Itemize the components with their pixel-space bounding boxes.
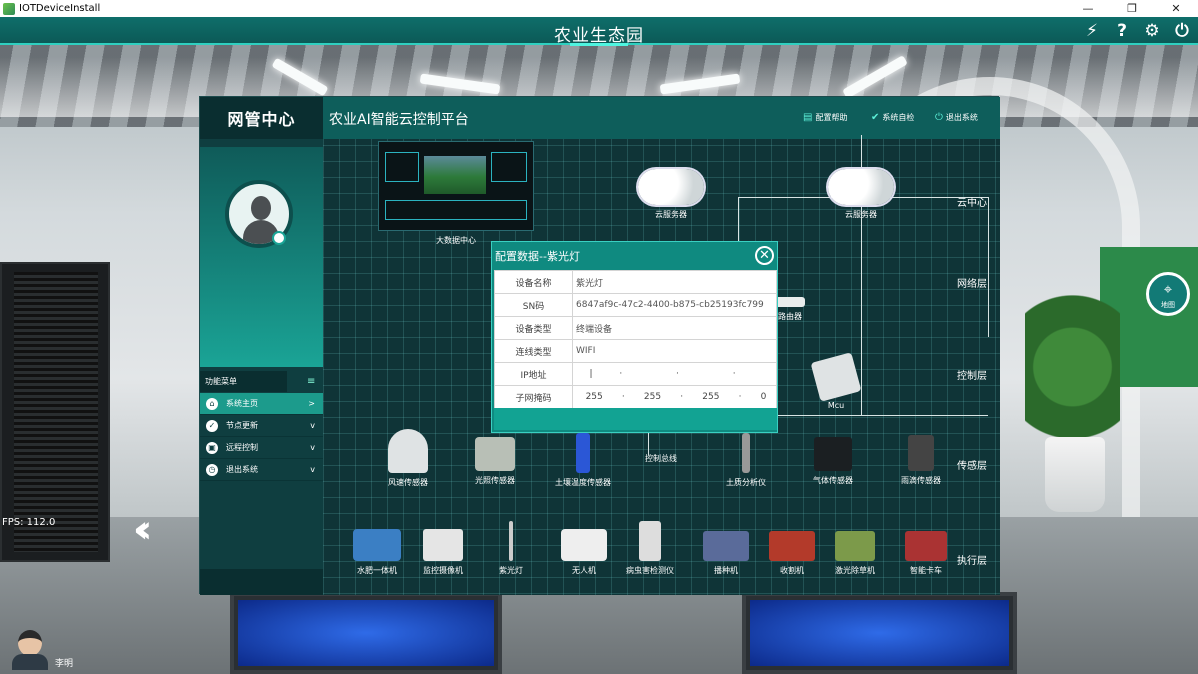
power-icon: ⏻: [935, 112, 943, 123]
menu-item-home[interactable]: ⌂ 系统主页 >: [200, 393, 323, 415]
home-icon: ⌂: [206, 397, 218, 410]
monitor-icon: ▣: [206, 441, 218, 454]
window-title: IOTDeviceInstall: [19, 3, 101, 14]
config-help-link[interactable]: ▤ 配置帮助: [803, 112, 847, 123]
close-icon[interactable]: ✕: [755, 246, 774, 265]
config-table: 设备名称 紫光灯 SN码 6847af9c-47c2-4400-b875-cb2…: [494, 270, 777, 409]
menu-title: 功能菜单: [200, 371, 287, 392]
table-row: SN码 6847af9c-47c2-4400-b875-cb25193fc799: [494, 293, 777, 317]
map-button[interactable]: ⌖ 地图: [1146, 272, 1190, 316]
close-window-button[interactable]: ✕: [1154, 0, 1198, 17]
user-avatar[interactable]: [12, 630, 48, 670]
sensor-soil-temperature[interactable]: 土壤温度传感器: [555, 433, 611, 488]
function-menu: ⌂ 系统主页 > ✓ 节点更新 v ▣ 远程控制 v ◷ 退出系统 v: [200, 393, 323, 481]
window-titlebar: IOTDeviceInstall — ❐ ✕: [0, 0, 1198, 17]
menu-item-node-update[interactable]: ✓ 节点更新 v: [200, 415, 323, 437]
menu-item-label: 远程控制: [226, 443, 258, 452]
actuator-water-fertilizer[interactable]: 水肥一体机: [353, 529, 401, 576]
layer-sensor: 传感层: [957, 461, 987, 472]
layer-actuator: 执行层: [957, 556, 987, 567]
sn-field[interactable]: 6847af9c-47c2-4400-b875-cb25193fc799: [572, 293, 777, 317]
center-title: 网管中心: [200, 97, 323, 139]
sensor-soil-analyzer[interactable]: 土质分析仪: [726, 433, 766, 488]
self-check-link[interactable]: ✔ 系统自检: [871, 112, 914, 123]
layer-cloud: 云中心: [957, 198, 987, 209]
table-row: 设备名称 紫光灯: [494, 270, 777, 294]
sensor-raindrop[interactable]: 雨滴传感器: [901, 435, 941, 486]
status-dot: [272, 231, 286, 245]
actuator-seeder[interactable]: 播种机: [703, 531, 749, 576]
map-pin-icon: ⌖: [1163, 280, 1173, 298]
actuator-pest-detector[interactable]: 病虫害检测仪: [626, 521, 674, 576]
table-row: IP地址 | · · ·: [494, 362, 777, 386]
power-icon[interactable]: ⏻: [1172, 20, 1192, 42]
ip-address-field[interactable]: | · · ·: [572, 362, 777, 386]
menu-item-exit[interactable]: ◷ 退出系统 v: [200, 459, 323, 481]
profile-area: [200, 147, 323, 367]
router[interactable]: 路由器: [775, 297, 805, 322]
maximize-button[interactable]: ❐: [1110, 0, 1154, 17]
big-data-center[interactable]: 大数据中心: [378, 141, 534, 246]
check-icon: ✔: [871, 112, 880, 123]
cloud-server-1[interactable]: 云服务器: [638, 169, 704, 220]
connection-type-field[interactable]: WIFI: [572, 339, 777, 363]
device-name-field[interactable]: 紫光灯: [572, 270, 777, 294]
menu-item-label: 系统主页: [226, 399, 258, 408]
plant-pot: [1045, 437, 1105, 512]
fps-counter: FPS: 112.0: [2, 517, 56, 528]
display-screen-right: [742, 592, 1017, 674]
dialog-footer: [494, 408, 777, 430]
chevron-down-icon: v: [310, 443, 315, 452]
settings-icon[interactable]: ⚙: [1142, 20, 1162, 42]
lightning-icon[interactable]: ⚡: [1082, 20, 1102, 42]
menu-item-remote-control[interactable]: ▣ 远程控制 v: [200, 437, 323, 459]
sidebar: 网管中心 功能菜单 ≡ ⌂ 系统主页 > ✓ 节点更新 v ▣ 远程控制 v ◷…: [200, 97, 323, 595]
menu-item-label: 退出系统: [226, 465, 258, 474]
chevron-down-icon: v: [310, 421, 315, 430]
top-toolbar: ⚡ ? ⚙ ⏻: [1082, 20, 1192, 42]
config-dialog: 配置数据--紫光灯 ✕ 设备名称 紫光灯 SN码 6847af9c-47c2-4…: [491, 241, 778, 433]
control-bus-label: 控制总线: [645, 454, 677, 463]
minimize-button[interactable]: —: [1066, 0, 1110, 17]
platform-title: 农业AI智能云控制平台: [329, 112, 469, 128]
menu-item-label: 节点更新: [226, 421, 258, 430]
app-icon: [3, 2, 15, 15]
actuator-harvester[interactable]: 收割机: [769, 531, 815, 576]
mcu-node[interactable]: Mcu: [810, 352, 862, 410]
actuator-smart-truck[interactable]: 智能卡车: [905, 531, 947, 576]
table-row: 子网掩码 255 · 255 · 255 · 0: [494, 385, 777, 409]
chevron-down-icon: v: [310, 465, 315, 474]
actuator-camera[interactable]: 监控摄像机: [423, 529, 463, 576]
help-icon[interactable]: ?: [1112, 20, 1132, 42]
shield-icon: ✓: [206, 419, 218, 432]
back-chevron-icon[interactable]: ‹‹: [133, 507, 153, 551]
sensor-wind-speed[interactable]: 风速传感器: [388, 429, 428, 488]
menu-toggle-icon[interactable]: ≡: [307, 376, 315, 387]
chevron-right-icon: >: [308, 399, 315, 408]
exit-system-link[interactable]: ⏻ 退出系统: [935, 112, 978, 123]
user-name: 李明: [55, 659, 74, 669]
table-row: 连线类型 WIFI: [494, 339, 777, 363]
actuator-laser-weeder[interactable]: 激光除草机: [835, 531, 875, 576]
layer-control: 控制层: [957, 371, 987, 382]
device-type-field[interactable]: 终端设备: [572, 316, 777, 340]
sensor-light[interactable]: 光照传感器: [475, 437, 515, 486]
actuator-drone[interactable]: 无人机: [561, 529, 607, 576]
dialog-title: 配置数据--紫光灯: [495, 249, 580, 263]
clock-icon: ◷: [206, 463, 218, 476]
table-row: 设备类型 终端设备: [494, 316, 777, 340]
help-book-icon: ▤: [803, 112, 813, 123]
sensor-gas[interactable]: 气体传感器: [813, 437, 853, 486]
actuator-uv-lamp[interactable]: 紫光灯: [499, 521, 523, 576]
cloud-server-2[interactable]: 云服务器: [828, 169, 894, 220]
layer-network: 网络层: [957, 279, 987, 290]
subnet-mask-field[interactable]: 255 · 255 · 255 · 0: [572, 385, 777, 409]
app-titlebar: 农业生态园: [0, 17, 1198, 46]
display-screen-left: [230, 592, 502, 674]
